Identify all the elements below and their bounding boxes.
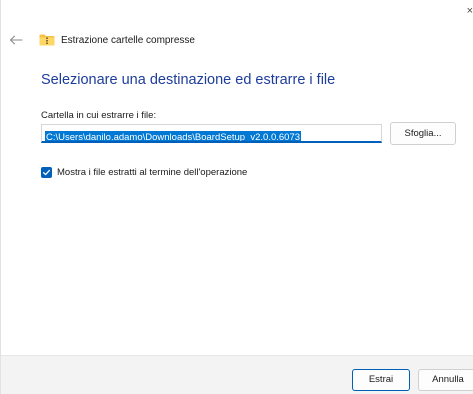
checkmark-icon: [42, 169, 51, 176]
show-files-option[interactable]: Mostra i file estratti al termine dell'o…: [41, 167, 247, 178]
close-button[interactable]: ×: [459, 4, 473, 18]
show-files-checkbox[interactable]: [41, 167, 52, 178]
back-arrow-icon[interactable]: [9, 35, 23, 45]
dialog-title-bar: Estrazione cartelle compresse: [39, 33, 195, 47]
destination-label: Cartella in cui estrarre i file:: [41, 110, 157, 121]
page-heading: Selezionare una destinazione ed estrarre…: [41, 72, 336, 88]
destination-path-input[interactable]: C:\Users\danilo.adamo\Downloads\BoardSet…: [41, 124, 382, 143]
destination-path-value: C:\Users\danilo.adamo\Downloads\BoardSet…: [45, 131, 302, 143]
dialog-title: Estrazione cartelle compresse: [61, 34, 195, 46]
browse-button[interactable]: Sfoglia...: [390, 122, 456, 145]
extract-button[interactable]: Estrai: [352, 369, 410, 391]
extraction-dialog: × Estrazione cartelle compresse Selezion…: [0, 0, 473, 394]
cancel-button[interactable]: Annulla: [418, 369, 473, 391]
show-files-label: Mostra i file estratti al termine dell'o…: [57, 167, 248, 178]
dialog-footer: Estrai Annulla: [1, 355, 473, 394]
zip-folder-icon: [39, 34, 55, 46]
